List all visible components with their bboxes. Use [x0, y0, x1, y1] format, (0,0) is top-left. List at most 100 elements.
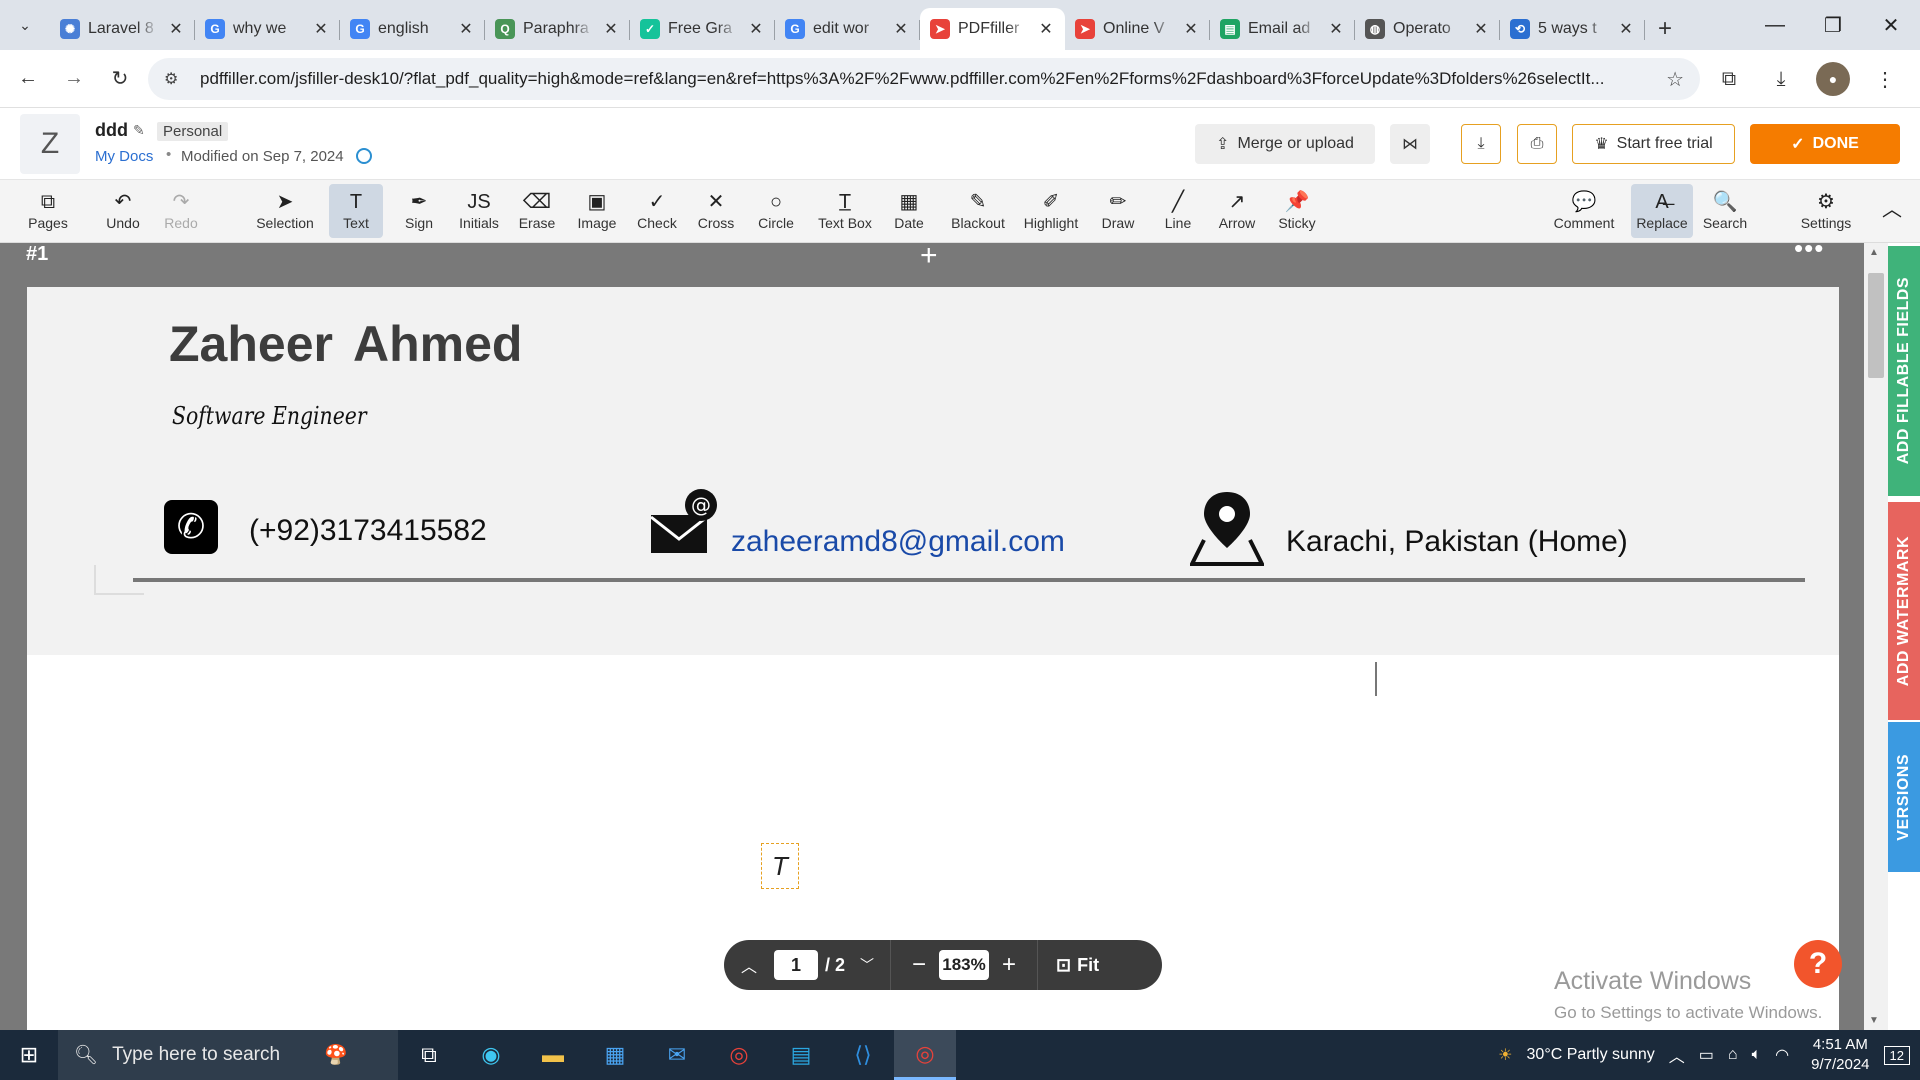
- vscode-icon[interactable]: ⟨⟩: [832, 1030, 894, 1080]
- tool-sign[interactable]: ✒ Sign: [393, 184, 445, 238]
- windows-start-icon[interactable]: ⊞: [0, 1030, 58, 1080]
- page-more-icon[interactable]: •••: [1794, 243, 1824, 264]
- browser-tab[interactable]: ➤ PDFfiller ✕: [920, 8, 1065, 50]
- close-tab-icon[interactable]: ✕: [167, 19, 185, 39]
- next-page-icon[interactable]: ﹀: [852, 955, 882, 975]
- address-bar[interactable]: ⚙ pdffiller.com/jsfiller-desk10/?flat_pd…: [148, 58, 1700, 100]
- merge-upload-button[interactable]: ⇪ Merge or upload: [1195, 124, 1375, 164]
- zoom-level[interactable]: 183%: [939, 950, 989, 980]
- browser-tab[interactable]: ⟲ 5 ways t ✕: [1500, 8, 1645, 50]
- browser-tab[interactable]: ➤ Online V ✕: [1065, 8, 1210, 50]
- current-page-input[interactable]: 1: [774, 950, 818, 980]
- browser-menu-icon[interactable]: ⋮: [1868, 62, 1902, 96]
- close-window-icon[interactable]: ✕: [1862, 0, 1920, 50]
- tool-blackout[interactable]: ✎ Blackout: [942, 184, 1014, 238]
- close-tab-icon[interactable]: ✕: [1472, 19, 1490, 39]
- vertical-scrollbar[interactable]: ▲ ▼: [1864, 243, 1888, 1030]
- tool-date[interactable]: ▦ Date: [883, 184, 935, 238]
- browser-tab[interactable]: Genglish ✕: [340, 8, 485, 50]
- taskbar-search[interactable]: 🔍︎ Type here to search 🍄: [58, 1030, 398, 1080]
- resume-location[interactable]: Karachi, Pakistan (Home): [1286, 525, 1628, 559]
- tool-redo[interactable]: ↷ Redo: [155, 184, 207, 238]
- add-watermark-tab[interactable]: ADD WATERMARK: [1888, 502, 1920, 720]
- weather-icon[interactable]: ☀: [1498, 1045, 1512, 1065]
- tool-check[interactable]: ✓ Check: [631, 184, 683, 238]
- tool-highlight[interactable]: ✐ Highlight: [1016, 184, 1086, 238]
- chrome-icon[interactable]: ◎: [708, 1030, 770, 1080]
- resume-email[interactable]: zaheeramd8@gmail.com: [731, 525, 1065, 559]
- tool-selection[interactable]: ➤ Selection: [253, 184, 317, 238]
- taskbar-clock[interactable]: 4:51 AM 9/7/2024: [1811, 1035, 1869, 1075]
- back-icon[interactable]: ←: [10, 61, 46, 97]
- task-view-icon[interactable]: ⧉: [398, 1030, 460, 1080]
- tool-pages[interactable]: ⧉ Pages: [20, 184, 76, 238]
- print-button[interactable]: ⎙: [1517, 124, 1557, 164]
- close-tab-icon[interactable]: ✕: [1327, 19, 1345, 39]
- network-icon[interactable]: ⌂: [1728, 1046, 1738, 1064]
- scroll-up-icon[interactable]: ▲: [1869, 247, 1879, 258]
- volume-icon[interactable]: 🔈︎: [1752, 1046, 1762, 1064]
- fit-button[interactable]: ⊡ Fit: [1046, 955, 1099, 976]
- close-tab-icon[interactable]: ✕: [1617, 19, 1635, 39]
- browser-tab[interactable]: Gedit wor ✕: [775, 8, 920, 50]
- document-page[interactable]: Zaheer Ahmed Software Engineer ✆ (+92)31…: [27, 287, 1839, 1030]
- extensions-icon[interactable]: ⧉: [1712, 62, 1746, 96]
- tool-search[interactable]: 🔍 Search: [1697, 184, 1753, 238]
- versions-tab[interactable]: VERSIONS: [1888, 722, 1920, 872]
- new-tab-button[interactable]: +: [1645, 8, 1685, 50]
- restore-icon[interactable]: ❐: [1804, 0, 1862, 50]
- resume-phone[interactable]: (+92)3173415582: [249, 514, 487, 548]
- browser-tab[interactable]: ▤ Email ad ✕: [1210, 8, 1355, 50]
- close-tab-icon[interactable]: ✕: [892, 19, 910, 39]
- browser-tab[interactable]: ◍ Operato ✕: [1355, 8, 1500, 50]
- tool-cross[interactable]: ✕ Cross: [690, 184, 742, 238]
- close-tab-icon[interactable]: ✕: [457, 19, 475, 39]
- share-button[interactable]: ⋈: [1390, 124, 1430, 164]
- chrome-profile-icon[interactable]: ◎: [894, 1030, 956, 1080]
- close-tab-icon[interactable]: ✕: [747, 19, 765, 39]
- start-trial-button[interactable]: ♛ Start free trial: [1572, 124, 1735, 164]
- tool-arrow[interactable]: ↗ Arrow: [1209, 184, 1265, 238]
- download-button[interactable]: ⤓: [1461, 124, 1501, 164]
- tool-erase[interactable]: ⌫ Erase: [511, 184, 563, 238]
- tool-circle[interactable]: ○ Circle: [750, 184, 802, 238]
- scroll-down-icon[interactable]: ▼: [1869, 1015, 1879, 1026]
- close-tab-icon[interactable]: ✕: [602, 19, 620, 39]
- resume-role[interactable]: Software Engineer: [172, 402, 367, 430]
- browser-tab[interactable]: ✺ Laravel 8 ✕: [50, 8, 195, 50]
- breadcrumb-my-docs[interactable]: My Docs: [95, 148, 153, 165]
- tool-initials[interactable]: JS Initials: [450, 184, 508, 238]
- zoom-out-icon[interactable]: −: [899, 951, 939, 979]
- battery-icon[interactable]: ▭: [1699, 1045, 1714, 1065]
- history-clock-icon[interactable]: [356, 148, 372, 164]
- add-fillable-fields-tab[interactable]: ADD FILLABLE FIELDS: [1888, 246, 1920, 496]
- tool-textbox[interactable]: T̲ Text Box: [810, 184, 880, 238]
- tool-settings[interactable]: ⚙ Settings: [1794, 184, 1858, 238]
- resume-name[interactable]: Zaheer Ahmed: [169, 315, 522, 373]
- mail-icon[interactable]: ✉: [646, 1030, 708, 1080]
- close-tab-icon[interactable]: ✕: [312, 19, 330, 39]
- minimize-icon[interactable]: —: [1746, 0, 1804, 50]
- notes-app-icon[interactable]: ▤: [770, 1030, 832, 1080]
- tool-comment[interactable]: 💬 Comment: [1548, 184, 1620, 238]
- tool-replace[interactable]: A̶ Replace: [1631, 184, 1693, 238]
- close-tab-icon[interactable]: ✕: [1037, 19, 1055, 39]
- file-explorer-icon[interactable]: ▬: [522, 1030, 584, 1080]
- url-text[interactable]: pdffiller.com/jsfiller-desk10/?flat_pdf_…: [200, 69, 1666, 89]
- store-icon[interactable]: ▦: [584, 1030, 646, 1080]
- tray-chevron-icon[interactable]: ︿: [1669, 1043, 1685, 1067]
- scrollbar-thumb[interactable]: [1868, 273, 1884, 378]
- collapse-toolbar-icon[interactable]: ︿: [1872, 184, 1912, 238]
- text-insert-box[interactable]: T: [761, 843, 799, 889]
- tool-text[interactable]: T Text: [329, 184, 383, 238]
- add-page-icon[interactable]: +: [920, 243, 938, 273]
- weather-text[interactable]: 30°C Partly sunny: [1527, 1046, 1655, 1064]
- browser-tab[interactable]: Q Paraphra ✕: [485, 8, 630, 50]
- wifi-icon[interactable]: ◠: [1775, 1045, 1789, 1065]
- tool-draw[interactable]: ✏ Draw: [1092, 184, 1144, 238]
- reload-icon[interactable]: ↻: [102, 61, 138, 97]
- rename-pencil-icon[interactable]: ✎: [133, 122, 145, 139]
- done-button[interactable]: ✓ DONE: [1750, 124, 1900, 164]
- zoom-in-icon[interactable]: +: [989, 951, 1029, 979]
- forward-icon[interactable]: →: [56, 61, 92, 97]
